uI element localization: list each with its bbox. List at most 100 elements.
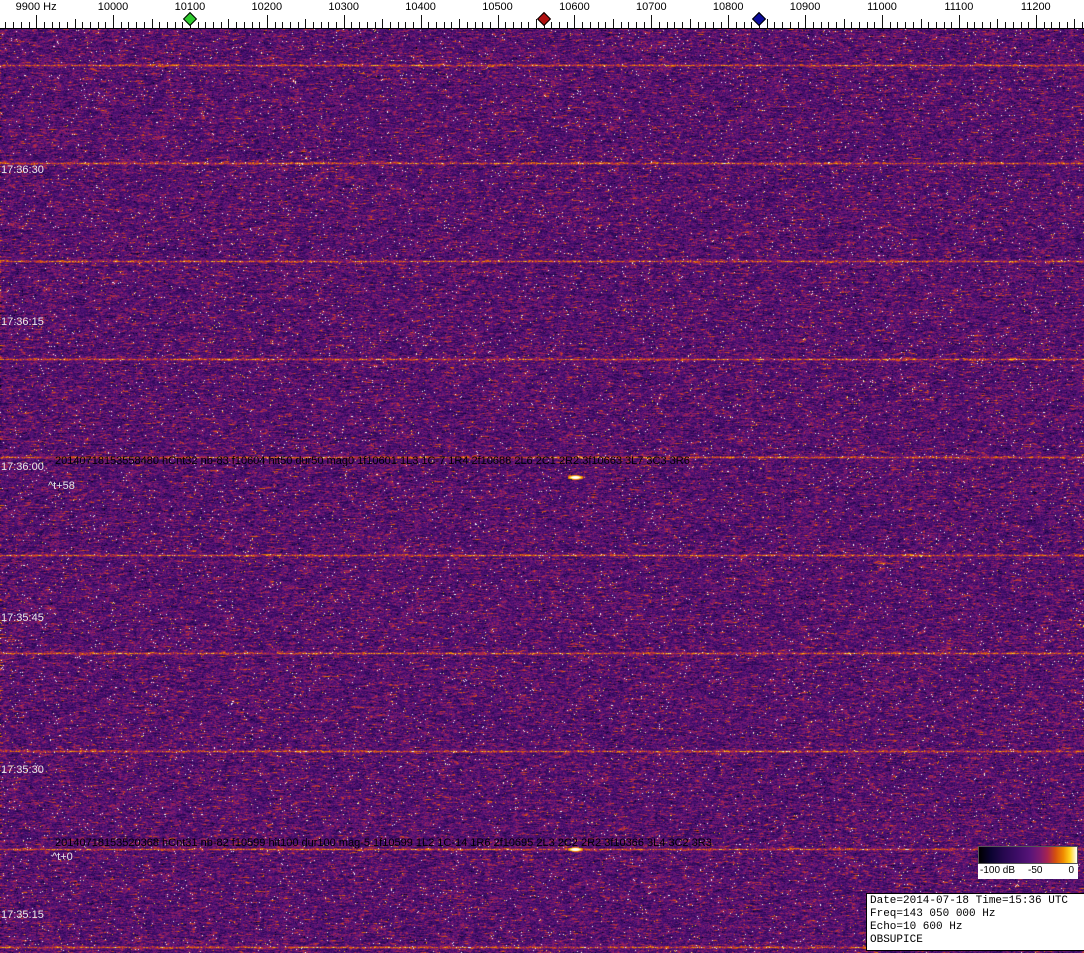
ruler-tick <box>697 22 699 28</box>
ruler-tick <box>797 22 799 28</box>
ruler-tick <box>136 22 138 28</box>
ruler-tick <box>97 22 99 28</box>
ruler-tick <box>805 15 807 28</box>
colorbar-label-mid: -50 <box>1028 865 1043 876</box>
ruler-tick <box>436 22 437 28</box>
ruler-tick <box>466 22 468 28</box>
info-line: Date=2014-07-18 Time=15:36 UTC <box>870 895 1069 907</box>
ruler-freq-label: 10900 <box>789 1 821 13</box>
ruler-tick <box>682 22 684 28</box>
ruler-tick <box>674 22 676 28</box>
ruler-tick <box>397 22 399 28</box>
ruler-freq-label: 11100 <box>944 1 974 13</box>
ruler-tick <box>243 22 245 28</box>
ruler-tick <box>935 22 937 28</box>
colorbar-label-min: -100 dB <box>980 865 1016 876</box>
ruler-freq-label: 10300 <box>328 1 359 13</box>
ruler-tick <box>982 22 983 28</box>
marker-green-diamond-icon[interactable] <box>182 11 197 27</box>
ruler-freq-label: 10500 <box>482 1 513 13</box>
ruler-tick <box>874 22 876 28</box>
ruler-tick <box>1058 22 1060 28</box>
ruler-tick <box>266 15 268 28</box>
ruler-tick <box>551 22 553 28</box>
ruler-tick <box>912 22 914 28</box>
ruler-tick <box>405 22 407 28</box>
ruler-tick <box>274 22 276 28</box>
ruler-tick <box>20 22 22 28</box>
ruler-tick <box>1012 22 1014 28</box>
ruler-tick <box>766 19 768 28</box>
frequency-ruler: 9900 Hz 10000 10100 10200 10300 10400 10500 106… <box>0 0 1084 29</box>
ruler-tick <box>289 22 291 28</box>
ruler-tick <box>735 22 737 28</box>
ruler-freq-label: 11200 <box>1020 1 1051 13</box>
ruler-tick <box>528 22 530 28</box>
ruler-tick <box>313 22 314 28</box>
info-box: Date=2014-07-18 Time=15:36 UTC Freq=143 0… <box>866 893 1084 951</box>
ruler-tick <box>1082 22 1083 28</box>
ruler-tick <box>628 22 630 28</box>
ruler-freq-label: 11000 <box>867 1 897 13</box>
ruler-tick <box>820 22 822 28</box>
ruler-tick <box>997 19 999 28</box>
ruler-tick <box>66 22 68 28</box>
info-line: Freq=143 050 000 Hz <box>870 908 996 920</box>
ruler-tick <box>989 22 991 28</box>
ruler-tick <box>182 22 184 28</box>
ruler-tick <box>882 15 883 28</box>
ruler-tick <box>166 22 168 28</box>
ruler-tick <box>666 22 668 28</box>
ruler-tick <box>459 19 461 28</box>
ruler-tick <box>789 22 791 28</box>
ruler-tick <box>320 22 322 28</box>
ruler-tick <box>828 22 830 28</box>
time-axis-label: 17:36:15 <box>1 316 44 328</box>
ruler-tick <box>859 22 860 28</box>
ruler-tick <box>720 22 722 28</box>
ruler-tick <box>228 19 230 28</box>
ruler-freq-label: 10000 <box>97 1 129 13</box>
ruler-tick <box>843 19 845 28</box>
ruler-freq-label: 10800 <box>712 1 744 13</box>
ruler-tick <box>512 22 514 28</box>
ruler-tick <box>974 22 976 28</box>
ruler-tick <box>520 22 522 28</box>
ruler-tick <box>1035 15 1037 28</box>
ruler-freq-label: 10200 <box>251 1 283 13</box>
ruler-tick <box>1066 22 1068 28</box>
ruler-tick <box>74 19 76 28</box>
ruler-tick <box>966 22 968 28</box>
ruler-tick <box>482 22 484 28</box>
ruler-tick <box>59 22 61 28</box>
ruler-tick <box>897 22 899 28</box>
time-axis-label: 17:35:15 <box>1 909 44 921</box>
ruler-tick <box>489 22 491 28</box>
marker-blue-diamond-icon[interactable] <box>751 11 767 27</box>
ruler-tick <box>205 22 207 28</box>
ruler-tick <box>105 22 107 28</box>
marker-red-diamond-icon[interactable] <box>536 11 551 27</box>
ruler-tick <box>866 22 868 28</box>
ruler-tick <box>1074 19 1076 28</box>
ruler-tick <box>620 22 622 28</box>
ruler-tick <box>451 22 453 28</box>
ruler-tick <box>536 19 537 28</box>
ruler-freq-label: 10700 <box>636 1 667 13</box>
ruler-freq-label: 10600 <box>559 1 590 13</box>
ruler-tick <box>382 19 384 28</box>
ruler-tick <box>597 22 599 28</box>
ruler-tick <box>328 22 330 28</box>
ruler-tick <box>297 22 299 28</box>
ruler-tick <box>36 15 38 28</box>
ruler-tick <box>743 22 745 28</box>
ruler-freq-label: 9900 Hz <box>15 1 57 13</box>
ruler-tick <box>712 22 714 28</box>
ruler-tick <box>636 22 637 28</box>
detection-annotation: ^t+58 <box>48 480 75 492</box>
ruler-tick <box>928 22 930 28</box>
info-line: OBSUPICE <box>870 934 923 946</box>
ruler-tick <box>336 22 338 28</box>
ruler-tick <box>143 22 145 28</box>
ruler-tick <box>220 22 222 28</box>
